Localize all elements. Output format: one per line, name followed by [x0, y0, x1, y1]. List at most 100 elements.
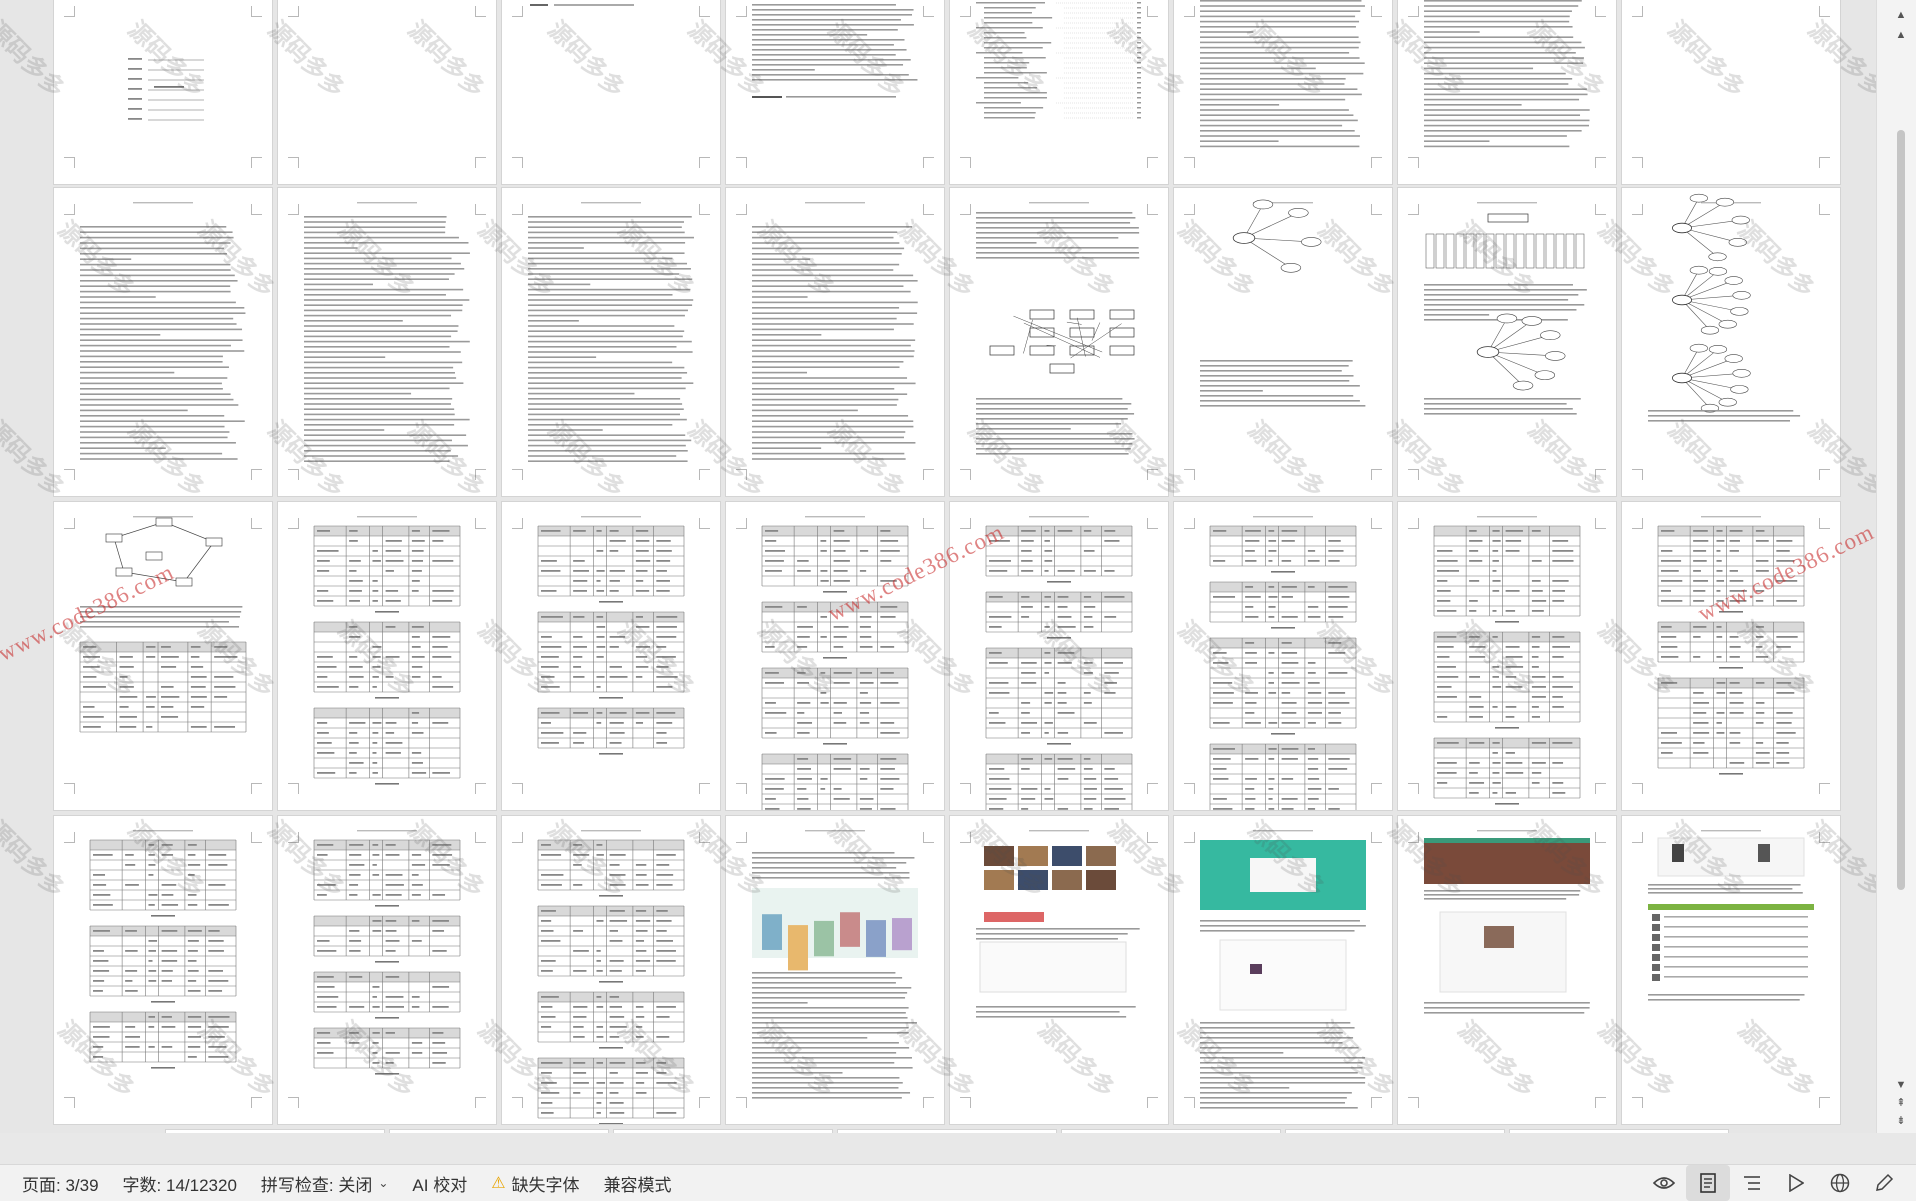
- page-thumbnail[interactable]: [1398, 188, 1616, 496]
- page-up-icon[interactable]: ▲: [1891, 26, 1911, 44]
- chevron-down-icon: ⌄: [378, 1176, 389, 1190]
- page-thumbnail[interactable]: [1398, 816, 1616, 1124]
- page-content: [1209, 516, 1357, 810]
- status-bar: 页面: 3/39 字数: 14/12320 拼写检查: 关闭 ⌄ AI 校对 ⚠…: [0, 1164, 1916, 1201]
- page-thumbnail[interactable]: [278, 502, 496, 810]
- page-content: [1200, 0, 1365, 148]
- page-content: [313, 830, 461, 1075]
- page-thumbnail[interactable]: [1622, 188, 1840, 496]
- page-thumbnail[interactable]: [166, 1130, 384, 1133]
- page-thumbnail[interactable]: [950, 0, 1168, 184]
- play-icon[interactable]: [1774, 1165, 1818, 1201]
- page-content: [166, 1130, 384, 1133]
- page-thumbnail[interactable]: [726, 0, 944, 184]
- page-thumbnail[interactable]: [1174, 502, 1392, 810]
- word-count[interactable]: 字数: 14/12320: [111, 1165, 249, 1201]
- page-thumbnail[interactable]: [1622, 502, 1840, 810]
- page-view-icon[interactable]: [1686, 1165, 1730, 1201]
- page-thumbnail[interactable]: [950, 816, 1168, 1124]
- page-content: [1062, 1130, 1280, 1133]
- page-content: [1424, 830, 1590, 1014]
- page-thumbnail[interactable]: [278, 188, 496, 496]
- page-thumbnail[interactable]: [1398, 502, 1616, 810]
- page-content: [976, 202, 1140, 455]
- page-thumbnail[interactable]: [278, 0, 496, 184]
- page-thumbnail[interactable]: [1286, 1130, 1504, 1133]
- page-thumbnail[interactable]: [1622, 816, 1840, 1124]
- page-content: [304, 202, 470, 462]
- page-content: [80, 202, 246, 460]
- warning-icon: ⚠: [491, 1175, 506, 1192]
- page-indicator[interactable]: 页面: 3/39: [0, 1165, 111, 1201]
- page-thumbnail[interactable]: [726, 502, 944, 810]
- page-thumbnail[interactable]: [1062, 1130, 1280, 1133]
- document-canvas[interactable]: 源码多多源码多多源码多多源码多多源码多多源码多多源码多多源码多多源码多多源码多多…: [0, 0, 1876, 1133]
- missing-fonts-label: 缺失字体: [511, 1175, 580, 1195]
- missing-fonts-button[interactable]: ⚠ 缺失字体: [479, 1165, 591, 1201]
- compat-mode: 兼容模式: [592, 1165, 684, 1201]
- page-thumbnail[interactable]: [1510, 1130, 1728, 1133]
- spell-check-label: 拼写检查: 关闭: [260, 1175, 373, 1195]
- page-content: [1200, 830, 1366, 1109]
- page-thumbnail[interactable]: [1174, 0, 1392, 184]
- eye-icon[interactable]: [1642, 1165, 1686, 1201]
- page-content: [752, 4, 918, 98]
- prev-page-icon[interactable]: ⇞: [1891, 1094, 1911, 1112]
- page-thumbnail[interactable]: [838, 1130, 1056, 1133]
- page-content: [390, 1130, 608, 1133]
- page-content: [752, 830, 918, 1099]
- page-thumbnail[interactable]: [614, 1130, 832, 1133]
- page-thumbnail[interactable]: [390, 1130, 608, 1133]
- vertical-scrollbar[interactable]: ▲ ▲ ▼ ⇞ ⇟: [1876, 0, 1916, 1133]
- scroll-down-icon[interactable]: ▼: [1891, 1076, 1911, 1094]
- page-content: [985, 516, 1133, 810]
- page-content: [1622, 0, 1840, 184]
- page-content: [761, 516, 909, 810]
- page-thumbnail[interactable]: [54, 816, 272, 1124]
- page-thumbnail[interactable]: [502, 188, 720, 496]
- page-content: [614, 1130, 832, 1133]
- page-content: [1424, 0, 1590, 148]
- scroll-up-icon[interactable]: ▲: [1891, 6, 1911, 24]
- next-page-icon[interactable]: ⇟: [1891, 1112, 1911, 1130]
- page-thumbnail[interactable]: [502, 0, 720, 184]
- page-thumbnail[interactable]: [278, 816, 496, 1124]
- page-indicator-label: 页面: 3/39: [22, 1175, 99, 1195]
- page-content: [313, 516, 461, 785]
- page-content: [976, 2, 1141, 119]
- page-content: [1200, 199, 1366, 407]
- page-thumbnail[interactable]: [54, 0, 272, 184]
- page-content: [1424, 202, 1587, 415]
- page-thumbnail[interactable]: [54, 188, 272, 496]
- page-content: [79, 516, 247, 733]
- page-thumbnail[interactable]: [1174, 188, 1392, 496]
- page-content: [1657, 516, 1805, 775]
- page-thumbnail[interactable]: [502, 502, 720, 810]
- page-content: [537, 516, 685, 755]
- page-content: [1433, 516, 1581, 805]
- page-thumbnail[interactable]: [1622, 0, 1840, 184]
- page-thumbnail[interactable]: [54, 502, 272, 810]
- page-thumbnail[interactable]: [502, 816, 720, 1124]
- pen-icon[interactable]: [1862, 1165, 1906, 1201]
- globe-icon[interactable]: [1818, 1165, 1862, 1201]
- page-content: [89, 830, 237, 1069]
- page-thumbnail[interactable]: [950, 502, 1168, 810]
- page-content: [838, 1130, 1056, 1133]
- page-thumbnail[interactable]: [726, 816, 944, 1124]
- outline-icon[interactable]: [1730, 1165, 1774, 1201]
- page-thumbnail[interactable]: [950, 188, 1168, 496]
- ai-proofread-label: AI 校对: [412, 1175, 468, 1195]
- word-count-label: 字数: 14/12320: [122, 1175, 237, 1195]
- page-thumbnail[interactable]: [1398, 0, 1616, 184]
- page-content: [128, 58, 204, 121]
- spell-check-toggle[interactable]: 拼写检查: 关闭 ⌄: [249, 1165, 401, 1201]
- page-thumbnail[interactable]: [1174, 816, 1392, 1124]
- page-thumbnail[interactable]: [726, 188, 944, 496]
- ai-proofread-button[interactable]: AI 校对: [400, 1165, 479, 1201]
- page-content: [528, 202, 694, 462]
- scroll-thumb[interactable]: [1897, 130, 1905, 890]
- page-content: [1286, 1130, 1504, 1133]
- page-content: [1648, 193, 1801, 422]
- compat-mode-label: 兼容模式: [603, 1175, 672, 1195]
